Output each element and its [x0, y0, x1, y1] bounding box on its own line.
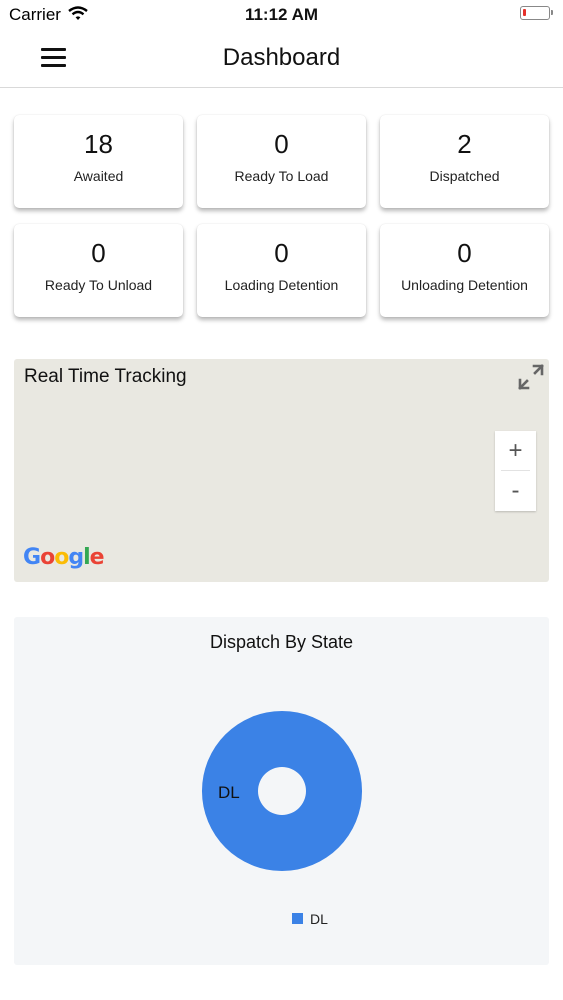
- stat-card-ready-to-unload[interactable]: 0 Ready To Unload: [14, 224, 183, 317]
- stat-label: Dispatched: [429, 168, 500, 184]
- pie-chart: DL: [201, 711, 363, 871]
- legend-swatch: [292, 913, 303, 924]
- stat-value: 0: [274, 129, 289, 159]
- legend-label: DL: [310, 911, 328, 927]
- fullscreen-icon[interactable]: [517, 363, 545, 391]
- stat-card-loading-detention[interactable]: 0 Loading Detention: [197, 224, 366, 317]
- zoom-out-button[interactable]: -: [495, 471, 536, 511]
- stat-card-ready-to-load[interactable]: 0 Ready To Load: [197, 115, 366, 208]
- stat-value: 2: [457, 129, 472, 159]
- stat-card-unloading-detention[interactable]: 0 Unloading Detention: [380, 224, 549, 317]
- stat-label: Unloading Detention: [401, 277, 528, 293]
- stat-label: Ready To Unload: [44, 277, 153, 293]
- status-bar: Carrier 11:12 AM: [0, 0, 563, 30]
- page-title: Dashboard: [222, 44, 341, 71]
- dispatch-chart-panel: Dispatch By State DL DL: [14, 617, 549, 965]
- stat-value: 18: [84, 129, 113, 159]
- map-title: Real Time Tracking: [24, 366, 187, 387]
- tracking-map[interactable]: Real Time Tracking + - Google: [14, 359, 549, 582]
- zoom-in-button[interactable]: +: [495, 431, 536, 471]
- stat-value: 0: [274, 238, 289, 268]
- battery-icon: [520, 6, 553, 20]
- stat-label: Ready To Load: [234, 168, 329, 184]
- stat-card-dispatched[interactable]: 2 Dispatched: [380, 115, 549, 208]
- stat-value: 0: [91, 238, 106, 268]
- stat-value: 0: [457, 238, 472, 268]
- stat-card-awaited[interactable]: 18 Awaited: [14, 115, 183, 208]
- navigation-bar: Dashboard: [0, 30, 563, 88]
- slice-label: DL: [218, 783, 240, 802]
- google-logo: Google: [23, 545, 105, 570]
- status-time: 11:12 AM: [244, 5, 319, 24]
- stat-label: Awaited: [73, 168, 124, 184]
- stat-label: Loading Detention: [224, 277, 339, 293]
- zoom-control: + -: [495, 431, 536, 511]
